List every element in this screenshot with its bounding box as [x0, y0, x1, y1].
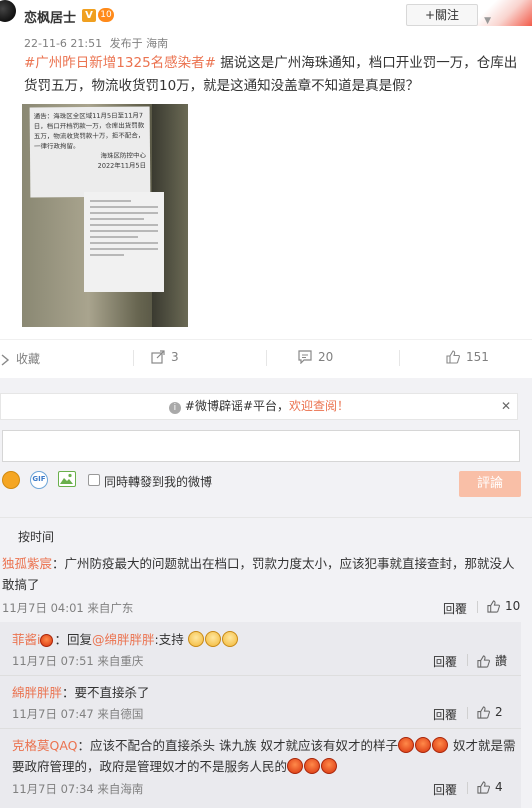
- post-action-bar: 收藏 3 20 151: [0, 339, 532, 375]
- reply-time: 11月7日 07:47 来自德国: [12, 707, 144, 721]
- comment-input[interactable]: [2, 430, 520, 462]
- submit-comment-button[interactable]: 評論: [459, 471, 521, 497]
- post-meta: 22-11-6 21:51 发布于 海南: [24, 35, 168, 51]
- follow-button[interactable]: +關注 ▼: [406, 4, 491, 26]
- photo-notice-date: 2022年11月5日: [97, 161, 147, 170]
- post-source: 发布于 海南: [109, 37, 169, 50]
- angry-emoji-icon: [431, 737, 448, 753]
- close-icon[interactable]: ✕: [501, 394, 511, 419]
- reply-item: 綿胖胖胖：要不直接杀了: [12, 685, 150, 700]
- reply-time: 11月7日 07:34 来自海南: [12, 782, 144, 796]
- chevron-down-icon[interactable]: ▼: [484, 11, 491, 31]
- reply-button[interactable]: 回覆: [433, 653, 457, 670]
- author-avatar[interactable]: [0, 0, 16, 22]
- notice-link[interactable]: 欢迎查阅！: [289, 399, 349, 413]
- divider: [0, 517, 532, 518]
- repost-checkbox[interactable]: [88, 474, 100, 486]
- comment-like-button[interactable]: 10: [487, 599, 520, 613]
- post-timestamp[interactable]: 22-11-6 21:51: [24, 37, 102, 50]
- notice-text: #微博辟谣#平台，: [184, 399, 290, 413]
- laughing-emoji-icon: [187, 631, 204, 647]
- hashtag-link[interactable]: #广州昨日新增1325名感染者#: [24, 55, 216, 71]
- post-content: #广州昨日新增1325名感染者# 据说这是广州海珠通知，档口开业罚一万，仓库出货…: [24, 52, 518, 98]
- reply-time: 11月7日 07:51 来自重庆: [12, 654, 144, 668]
- level-badge-icon: 10: [98, 8, 114, 22]
- angry-emoji-icon: [414, 737, 431, 753]
- reply-username[interactable]: 菲酱i: [12, 632, 40, 647]
- rumor-notice-bar: i #微博辟谣#平台，欢迎查阅！ ✕: [0, 393, 518, 420]
- reply-username[interactable]: 綿胖胖胖: [12, 685, 62, 700]
- reply-like-button[interactable]: 2: [477, 705, 503, 719]
- angry-emoji-icon: [304, 758, 321, 774]
- thumbs-up-icon: [477, 706, 490, 719]
- info-icon: i: [168, 402, 181, 414]
- reply-button[interactable]: 回覆: [433, 781, 457, 798]
- repost-icon: [151, 350, 165, 364]
- post-image[interactable]: 通告：海珠区全区域11月5日至11月7日，档口开档罚款一万，仓库出货罚款五万，物…: [22, 104, 188, 327]
- emoji-icon[interactable]: [2, 471, 20, 489]
- comment-username[interactable]: 独孤紫宸: [2, 556, 52, 571]
- reply-item: 菲酱i ：回复@绵胖胖胖:支持: [12, 629, 239, 650]
- laughing-emoji-icon: [204, 631, 221, 647]
- reply-button[interactable]: 回覆: [433, 706, 457, 723]
- comment-icon: [298, 350, 312, 365]
- vip-badge-icon: [40, 634, 54, 647]
- thumbs-up-icon: [477, 655, 490, 668]
- author-name[interactable]: 恋枫居士: [24, 7, 76, 26]
- like-button[interactable]: 151: [446, 350, 489, 364]
- gif-icon[interactable]: GIF: [30, 471, 48, 489]
- comment-time: 11月7日 04:01 来自广东: [2, 601, 134, 615]
- favorite-button[interactable]: 收藏: [0, 350, 40, 367]
- thumbs-up-icon: [446, 350, 460, 364]
- sort-by-time-tab[interactable]: 按时间: [18, 528, 54, 545]
- thumbs-up-icon: [477, 781, 490, 794]
- comment-button[interactable]: 20: [298, 350, 333, 365]
- comment-text: ：广州防疫最大的问题就出在档口，罚款力度太小，应该犯事就直接查封，那就没人敢搞了: [2, 556, 515, 592]
- repost-checkbox-label: 同時轉發到我的微博: [104, 475, 213, 489]
- decorative-corner: [470, 0, 532, 26]
- reply-like-button[interactable]: 讚: [477, 652, 507, 669]
- reply-item: 克格莫QAQ：应该不配合的直接杀头 诛九族 奴才就应该有奴才的样子 奴才就是需要…: [12, 737, 516, 774]
- image-upload-icon[interactable]: [58, 471, 76, 487]
- star-icon: [1, 354, 10, 366]
- photo-notice-text: 通告：海珠区全区域11月5日至11月7日，档口开档罚款一万，仓库出货罚款五万，物…: [33, 111, 145, 151]
- repost-button[interactable]: 3: [151, 350, 179, 364]
- verified-badge-icon: V: [82, 9, 96, 22]
- mention-link[interactable]: @绵胖胖胖: [92, 632, 155, 647]
- photo-notice-paper: 通告：海珠区全区域11月5日至11月7日，档口开档罚款一万，仓库出货罚款五万，物…: [29, 106, 151, 198]
- angry-emoji-icon: [397, 737, 414, 753]
- thumbs-up-icon: [487, 600, 500, 613]
- angry-emoji-icon: [287, 758, 304, 774]
- reply-button[interactable]: 回覆: [443, 600, 467, 617]
- comment-item: 独孤紫宸：广州防疫最大的问题就出在档口，罚款力度太小，应该犯事就直接查封，那就没…: [2, 553, 518, 595]
- reply-like-button[interactable]: 4: [477, 780, 503, 794]
- laughing-emoji-icon: [221, 631, 238, 647]
- angry-emoji-icon: [321, 758, 338, 774]
- reply-username[interactable]: 克格莫QAQ: [12, 738, 78, 753]
- photo-second-paper: [84, 192, 164, 292]
